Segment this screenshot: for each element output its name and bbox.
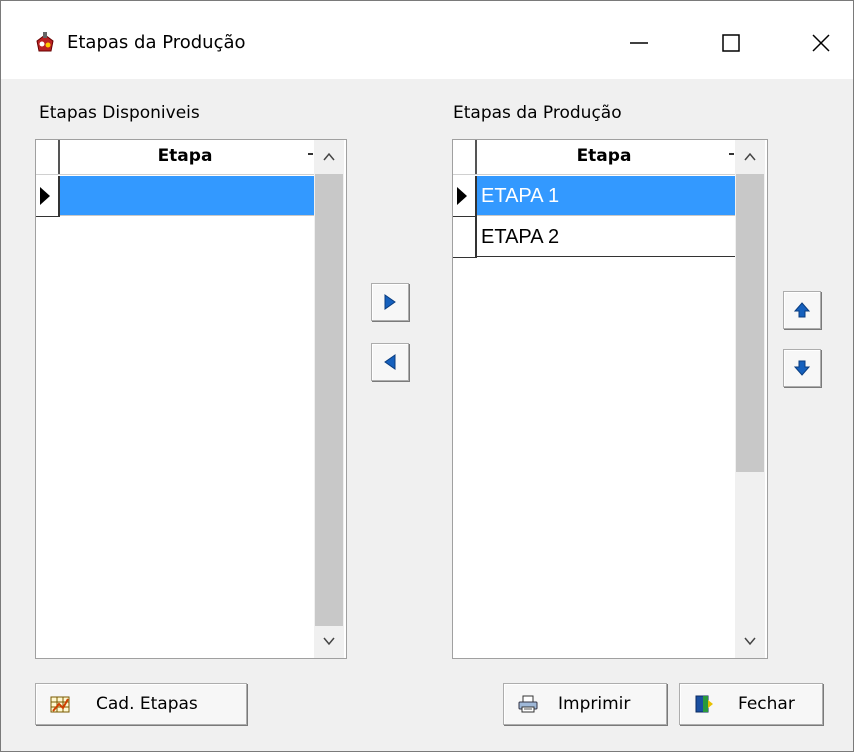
scroll-up-icon[interactable] <box>322 150 336 164</box>
table-cell[interactable]: ETAPA 2 <box>477 217 735 257</box>
column-resize-handle[interactable] <box>729 153 734 155</box>
close-icon <box>812 34 830 52</box>
available-steps-label: Etapas Disponiveis <box>39 103 200 123</box>
current-row-icon <box>457 187 467 205</box>
table-cell[interactable] <box>60 176 314 216</box>
vertical-scrollbar[interactable] <box>314 140 344 658</box>
move-up-button[interactable] <box>783 291 821 329</box>
move-left-button[interactable] <box>371 343 409 381</box>
imprimir-button[interactable]: Imprimir <box>503 683 667 725</box>
grid-header: Etapa <box>453 140 735 175</box>
column-header-etapa[interactable]: Etapa <box>477 146 731 166</box>
table-cell[interactable]: ETAPA 1 <box>477 176 735 216</box>
column-resize-handle[interactable] <box>308 153 313 155</box>
available-steps-grid[interactable]: Etapa <box>35 139 347 659</box>
grid-chart-icon <box>50 696 70 713</box>
cad-etapas-label: Cad. Etapas <box>96 694 198 714</box>
maximize-icon <box>722 34 740 52</box>
app-icon <box>36 32 54 52</box>
minimize-icon <box>630 42 648 44</box>
title-bar[interactable]: Etapas da Produção <box>1 1 853 79</box>
fechar-button[interactable]: Fechar <box>679 683 823 725</box>
arrow-down-icon <box>793 360 811 376</box>
close-button[interactable] <box>791 15 851 71</box>
scrollbar-thumb[interactable] <box>315 174 343 626</box>
window: Etapas da Produção Etapas Disponiveis Et… <box>0 0 854 752</box>
table-row[interactable] <box>36 176 314 217</box>
maximize-button[interactable] <box>701 15 761 71</box>
fechar-label: Fechar <box>738 694 795 714</box>
scroll-down-icon[interactable] <box>743 634 757 648</box>
printer-icon <box>518 695 538 713</box>
exit-door-icon <box>695 695 713 713</box>
arrow-up-icon <box>793 302 811 318</box>
window-title: Etapas da Produção <box>67 32 246 53</box>
row-indicator <box>453 217 477 258</box>
imprimir-label: Imprimir <box>558 694 631 714</box>
arrow-left-icon <box>384 354 396 370</box>
scrollbar-thumb[interactable] <box>736 174 764 472</box>
move-down-button[interactable] <box>783 349 821 387</box>
production-steps-label: Etapas da Produção <box>453 103 622 123</box>
minimize-button[interactable] <box>609 15 669 71</box>
table-row[interactable]: ETAPA 1 <box>453 176 735 217</box>
table-row[interactable]: ETAPA 2 <box>453 217 735 258</box>
arrow-right-icon <box>384 294 396 310</box>
vertical-scrollbar[interactable] <box>735 140 765 658</box>
column-header-etapa[interactable]: Etapa <box>60 146 310 166</box>
indicator-column-header <box>453 140 477 174</box>
indicator-column-header <box>36 140 60 174</box>
scroll-down-icon[interactable] <box>322 634 336 648</box>
grid-header: Etapa <box>36 140 314 175</box>
scroll-up-icon[interactable] <box>743 150 757 164</box>
current-row-icon <box>40 187 50 205</box>
row-indicator <box>36 176 60 217</box>
cad-etapas-button[interactable]: Cad. Etapas <box>35 683 247 725</box>
production-steps-grid[interactable]: Etapa ETAPA 1 ETAPA 2 <box>452 139 768 659</box>
row-indicator <box>453 176 477 217</box>
move-right-button[interactable] <box>371 283 409 321</box>
